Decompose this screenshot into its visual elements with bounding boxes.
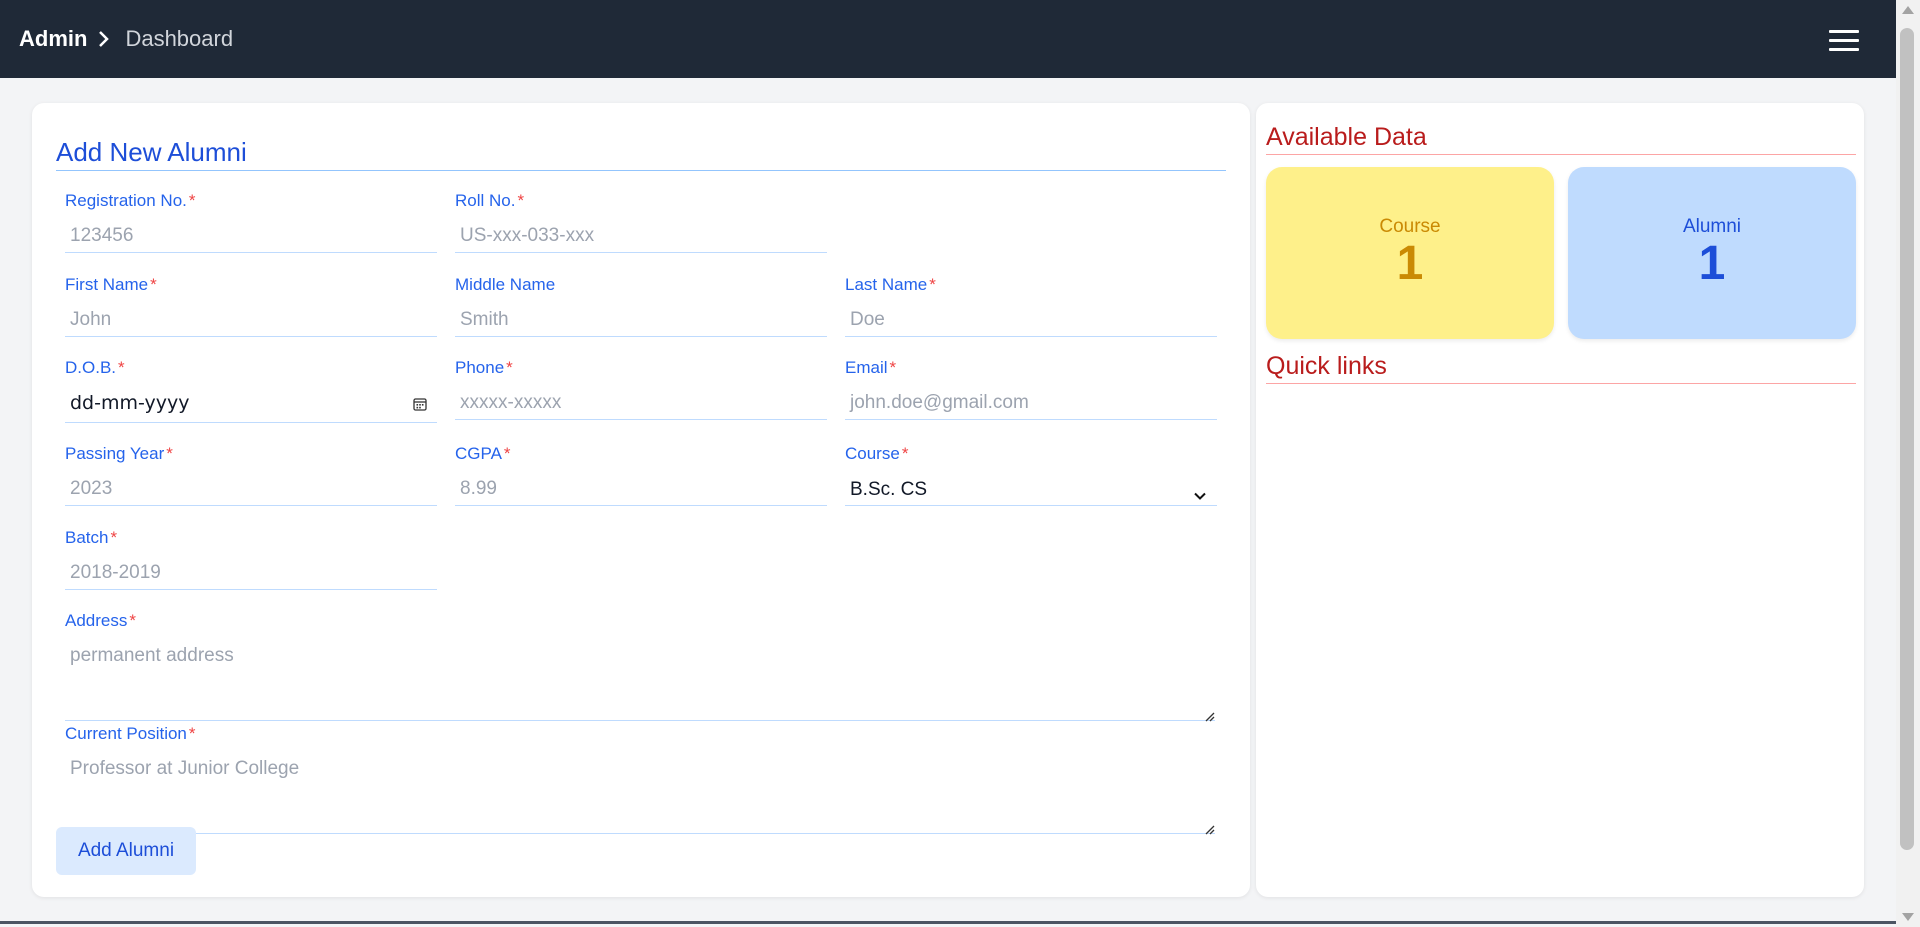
add-alumni-form-card: Add New Alumni Registration No. * 123456 …: [32, 103, 1250, 897]
breadcrumb-dashboard: Dashboard: [125, 26, 234, 51]
passing-year-input[interactable]: 2023: [65, 474, 437, 506]
last-name-field: Last Name * Doe: [845, 275, 1217, 337]
scrollbar-thumb[interactable]: [1900, 28, 1914, 850]
form-title: Add New Alumni: [56, 137, 1226, 171]
hamburger-menu-icon[interactable]: [1829, 30, 1859, 52]
dob-label: D.O.B. *: [65, 358, 125, 377]
bottom-border: [0, 921, 1896, 924]
last-name-label: Last Name *: [845, 275, 936, 294]
phone-input[interactable]: xxxxx-xxxxx: [455, 388, 827, 420]
registration-no-field: Registration No. * 123456: [65, 191, 437, 253]
resize-grip-icon[interactable]: [1203, 706, 1215, 722]
chevron-right-icon: [97, 28, 119, 50]
resize-grip-icon[interactable]: [1203, 819, 1215, 835]
cgpa-field: CGPA * 8.99: [455, 444, 827, 506]
middle-name-label: Middle Name: [455, 275, 556, 294]
top-navbar: Admin Dashboard: [0, 0, 1896, 78]
cgpa-label: CGPA *: [455, 444, 511, 463]
first-name-input[interactable]: John: [65, 305, 437, 337]
alumni-stat-value: 1: [1698, 237, 1726, 290]
course-select[interactable]: B.Sc. CS: [845, 474, 1217, 506]
chevron-down-icon: [1193, 483, 1207, 500]
first-name-label: First Name *: [65, 275, 157, 294]
roll-no-field: Roll No. * US-xxx-033-xxx: [455, 191, 827, 253]
phone-field: Phone * xxxxx-xxxxx: [455, 358, 827, 420]
alumni-stat-label: Alumni: [1682, 216, 1742, 237]
current-position-textarea[interactable]: Professor at Junior College: [65, 754, 1215, 835]
first-name-field: First Name * John: [65, 275, 437, 337]
passing-year-label: Passing Year *: [65, 444, 173, 463]
course-stat-label: Course: [1379, 216, 1441, 237]
current-position-label: Current Position *: [65, 724, 196, 743]
last-name-input[interactable]: Doe: [845, 305, 1217, 337]
alumni-stat-card[interactable]: Alumni 1: [1568, 167, 1856, 339]
course-field: Course * B.Sc. CS: [845, 444, 1217, 506]
address-label: Address *: [65, 611, 136, 630]
dob-input[interactable]: dd-mm-yyyy: [65, 388, 437, 423]
address-textarea[interactable]: permanent address: [65, 641, 1215, 722]
vertical-scrollbar[interactable]: [1896, 0, 1920, 927]
course-label: Course *: [845, 444, 909, 463]
address-field: Address * permanent address: [65, 611, 1215, 722]
available-data-card: Available Data Course 1 Alumni 1 Quick l…: [1256, 103, 1864, 897]
course-stat-value: 1: [1396, 237, 1424, 290]
available-data-title: Available Data: [1266, 123, 1856, 155]
registration-no-input[interactable]: 123456: [65, 221, 437, 253]
current-position-field: Current Position * Professor at Junior Co…: [65, 724, 1215, 835]
quick-links-title: Quick links: [1266, 352, 1856, 384]
course-select-value: B.Sc. CS: [850, 478, 928, 500]
roll-no-input[interactable]: US-xxx-033-xxx: [455, 221, 827, 253]
batch-input[interactable]: 2018-2019: [65, 558, 437, 590]
email-input[interactable]: john.doe@gmail.com: [845, 388, 1217, 420]
calendar-icon[interactable]: [413, 397, 427, 411]
roll-no-label: Roll No. *: [455, 191, 525, 210]
email-label: Email *: [845, 358, 897, 377]
registration-no-label: Registration No. *: [65, 191, 196, 210]
email-field: Email * john.doe@gmail.com: [845, 358, 1217, 420]
scroll-down-arrow-icon[interactable]: [1902, 913, 1914, 921]
middle-name-input[interactable]: Smith: [455, 305, 827, 337]
batch-field: Batch * 2018-2019: [65, 528, 437, 590]
course-stat-card[interactable]: Course 1: [1266, 167, 1554, 339]
breadcrumb-admin[interactable]: Admin: [19, 26, 87, 52]
passing-year-field: Passing Year * 2023: [65, 444, 437, 506]
middle-name-field: Middle Name Smith: [455, 275, 827, 337]
batch-label: Batch *: [65, 528, 118, 547]
cgpa-input[interactable]: 8.99: [455, 474, 827, 506]
phone-label: Phone *: [455, 358, 513, 377]
add-alumni-button[interactable]: Add Alumni: [56, 827, 196, 875]
dob-field: D.O.B. * dd-mm-yyyy: [65, 358, 437, 423]
scroll-up-arrow-icon[interactable]: [1902, 6, 1914, 14]
